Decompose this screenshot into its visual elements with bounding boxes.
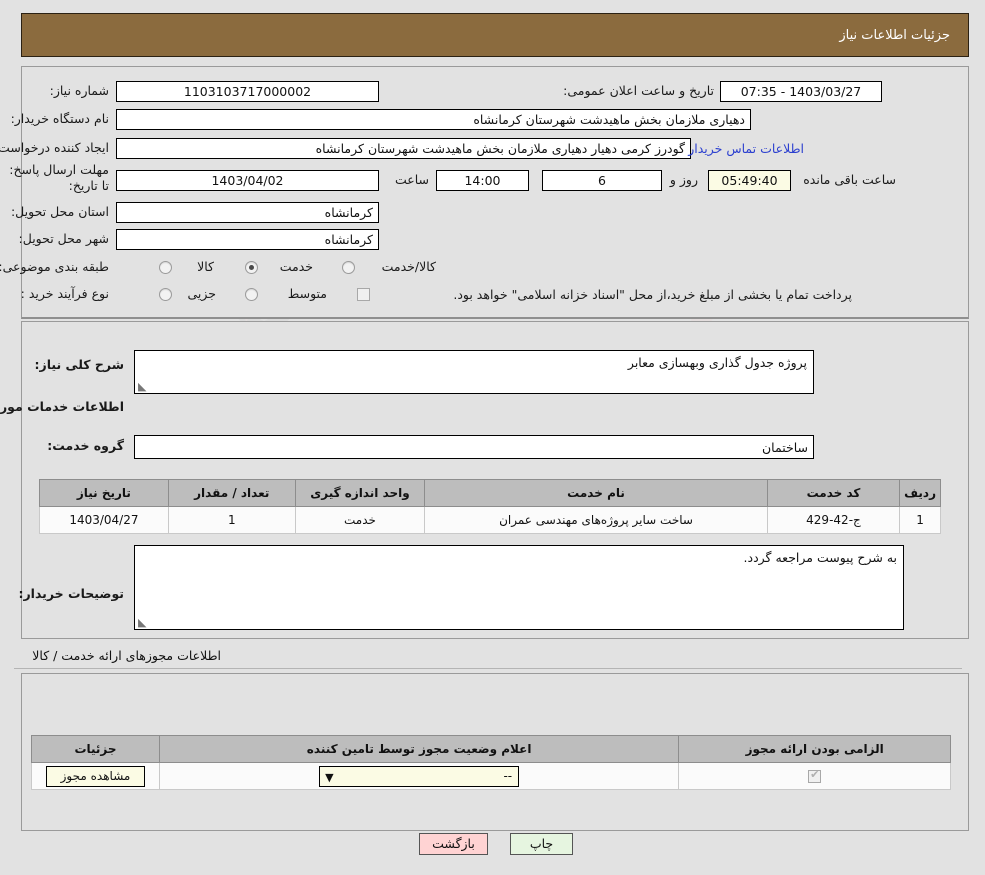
col-row-number: ردیف [900, 479, 942, 507]
days-unit-label: روز و [670, 172, 699, 187]
deadline-hour-value: 14:00 [437, 170, 530, 191]
chevron-down-icon: ▼ [326, 770, 335, 784]
category-option-kala-khedmat-label: کالا/خدمت [382, 259, 437, 274]
process-option-jozei-label: جزیی [188, 286, 217, 301]
treasury-bond-note: پرداخت تمام یا بخشی از مبلغ خرید،از محل … [454, 287, 853, 302]
col-licence-status: اعلام وضعیت مجوز توسط تامین کننده [159, 735, 681, 763]
licences-table: الزامی بودن ارائه مجوز اعلام وضعیت مجوز … [32, 735, 952, 790]
cell-licence-required [679, 762, 952, 790]
table-row: 1 ج-42-429 ساخت سایر پروژه‌های مهندسی عم… [40, 506, 942, 534]
cell-service-code: ج-42-429 [767, 506, 902, 534]
licence-status-select[interactable]: ▼ -- [320, 765, 521, 787]
process-label: نوع فرآیند خرید : [21, 286, 110, 301]
cell-row-number: 1 [900, 506, 942, 534]
cell-quantity: 1 [168, 506, 297, 534]
cell-licence-status: ▼ -- [159, 762, 681, 790]
col-unit: واحد اندازه گیری [295, 479, 427, 507]
licence-status-value: -- [504, 768, 514, 783]
service-group-value: ساختمان [135, 435, 815, 459]
buyer-org-value: دهیاری ملازمان بخش ماهیدشت شهرستان کرمان… [117, 109, 752, 130]
process-radio-jozei[interactable] [160, 288, 173, 301]
summary-label: شرح کلی نیاز: [35, 357, 125, 372]
service-group-label: گروه خدمت: [48, 438, 125, 453]
buyer-org-label: نام دستگاه خریدار: [11, 111, 110, 126]
cell-licence-details: مشاهده مجوز [32, 762, 161, 790]
city-label: شهر محل تحویل: [19, 231, 110, 246]
process-option-motavaset-label: متوسط [288, 286, 328, 301]
deadline-label: مهلت ارسال پاسخ: تا تاریخ: [10, 162, 110, 193]
buyer-notes-text: به شرح پیوست مراجعه گردد. [744, 550, 898, 565]
time-remaining-value: 05:49:40 [709, 170, 792, 191]
summary-textarea[interactable]: پروژه جدول گذاری وبهسازی معابر ◢ [135, 350, 815, 394]
col-service-code: کد خدمت [767, 479, 902, 507]
need-number-label: شماره نیاز: [50, 83, 110, 98]
cell-unit: خدمت [295, 506, 427, 534]
col-licence-details: جزئیات [32, 735, 161, 763]
col-service-name: نام خدمت [425, 479, 769, 507]
resize-grip-icon[interactable]: ◢ [139, 380, 149, 393]
cell-need-date: 1403/04/27 [40, 506, 170, 534]
services-heading: اطلاعات خدمات مورد نیاز [0, 399, 125, 414]
category-radio-kala[interactable] [160, 261, 173, 274]
category-radio-khedmat[interactable] [246, 261, 259, 274]
buyer-contact-link[interactable]: اطلاعات تماس خریدار [689, 141, 805, 156]
city-value: کرمانشاه [117, 229, 380, 250]
summary-text: پروژه جدول گذاری وبهسازی معابر [628, 355, 808, 370]
col-quantity: تعداد / مقدار [168, 479, 297, 507]
announce-datetime-value: 1403/03/27 - 07:35 [721, 81, 883, 102]
back-button[interactable]: بازگشت [420, 833, 489, 855]
announce-datetime-label: تاریخ و ساعت اعلان عمومی: [564, 83, 715, 98]
category-label: طبقه بندی موضوعی: [0, 259, 110, 274]
creator-label: ایجاد کننده درخواست: [0, 140, 110, 155]
page-header: جزئیات اطلاعات نیاز [22, 13, 970, 57]
days-remaining-value: 6 [543, 170, 663, 191]
buyer-notes-textarea[interactable]: به شرح پیوست مراجعه گردد. ◢ [135, 545, 905, 630]
category-radio-kala-khedmat[interactable] [343, 261, 356, 274]
col-need-date: تاریخ نیاز [40, 479, 170, 507]
deadline-date-value: 1403/04/02 [117, 170, 380, 191]
need-number-value: 1103103717000002 [117, 81, 380, 102]
time-remaining-suffix: ساعت باقی مانده [804, 172, 897, 187]
section-divider [15, 668, 963, 669]
need-summary-panel [22, 66, 970, 319]
province-label: استان محل تحویل: [11, 204, 110, 219]
creator-value: گودرز کرمی دهیار دهیاری ملازمان بخش ماهی… [117, 138, 692, 159]
page-title: جزئیات اطلاعات نیاز [840, 27, 951, 43]
deadline-hour-label: ساعت [395, 172, 430, 187]
service-items-table: ردیف کد خدمت نام خدمت واحد اندازه گیری ت… [40, 479, 942, 534]
resize-grip-icon[interactable]: ◢ [139, 616, 149, 629]
licence-required-checkbox [809, 768, 823, 783]
col-licence-required: الزامی بودن ارائه مجوز [679, 735, 952, 763]
category-option-kala-label: کالا [198, 259, 215, 274]
table-header-row: الزامی بودن ارائه مجوز اعلام وضعیت مجوز … [32, 735, 952, 763]
print-button[interactable]: چاپ [511, 833, 574, 855]
category-option-khedmat-label: خدمت [280, 259, 314, 274]
table-header-row: ردیف کد خدمت نام خدمت واحد اندازه گیری ت… [40, 479, 942, 507]
view-licence-button[interactable]: مشاهده مجوز [46, 765, 147, 787]
licences-section-title: اطلاعات مجوزهای ارائه خدمت / کالا [33, 648, 222, 663]
province-value: کرمانشاه [117, 202, 380, 223]
treasury-bond-checkbox[interactable] [358, 288, 371, 301]
buyer-notes-label: توضیحات خریدار: [19, 586, 125, 601]
table-row: ▼ -- مشاهده مجوز [32, 762, 952, 790]
process-radio-motavaset[interactable] [246, 288, 259, 301]
cell-service-name: ساخت سایر پروژه‌های مهندسی عمران [425, 506, 769, 534]
